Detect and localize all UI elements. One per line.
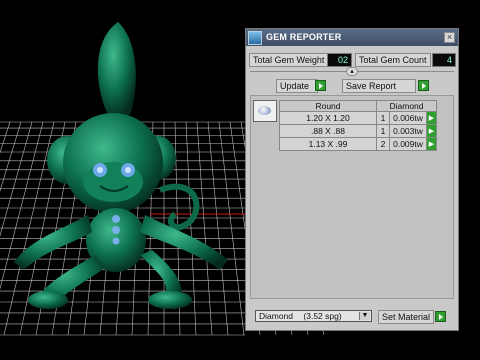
material-select-value: Diamond — [259, 311, 294, 321]
gem-table-header: Round Diamond — [279, 100, 437, 112]
gem-size: .88 X .88 — [279, 124, 377, 138]
update-label: Update — [276, 79, 318, 93]
round-gem-icon[interactable] — [253, 100, 277, 122]
gem-size: 1.13 X .99 — [279, 137, 377, 151]
column-header-shape: Round — [279, 100, 377, 112]
dropdown-arrow-icon[interactable]: ▼ — [359, 312, 370, 320]
row-go-button[interactable]: ▶ — [426, 124, 437, 138]
gem-size: 1.20 X 1.20 — [279, 111, 377, 125]
body-gem-3 — [112, 237, 120, 245]
set-material-go-button[interactable] — [435, 311, 446, 322]
material-select[interactable]: Diamond (3.52 spg) ▼ — [255, 310, 372, 322]
gem-reporter-panel: GEM REPORTER × Total Gem Weight 02 Total… — [245, 28, 459, 331]
gem-reporter-logo-icon — [248, 31, 262, 45]
update-go-button[interactable] — [315, 80, 326, 91]
column-header-material: Diamond — [376, 100, 437, 112]
gem-weight: 0.003tw — [389, 124, 427, 138]
save-report-label: Save Report — [342, 79, 416, 93]
monkey-right-foot — [148, 291, 192, 309]
gem-weight: 0.009tw — [389, 137, 427, 151]
monkey-left-foot — [28, 291, 68, 309]
gem-count: 2 — [376, 137, 390, 151]
table-row[interactable]: 1.20 X 1.20 1 0.006tw ▶ — [279, 111, 437, 125]
gem-list-area: Round Diamond 1.20 X 1.20 1 0.006tw ▶ .8… — [250, 95, 454, 299]
gem-count: 1 — [376, 124, 390, 138]
gem-reporter-titlebar[interactable]: GEM REPORTER × — [246, 29, 458, 46]
total-gem-weight-value: 02 — [327, 53, 352, 67]
gem-table: Round Diamond 1.20 X 1.20 1 0.006tw ▶ .8… — [279, 100, 437, 151]
gem-weight: 0.006tw — [389, 111, 427, 125]
collapse-toggle-icon[interactable]: ▴ — [346, 67, 358, 76]
row-go-button[interactable]: ▶ — [426, 137, 437, 151]
panel-title: GEM REPORTER — [266, 32, 342, 42]
body-gem-1 — [112, 215, 120, 223]
table-row[interactable]: .88 X .88 1 0.003tw ▶ — [279, 124, 437, 138]
total-gem-weight-label: Total Gem Weight — [249, 53, 329, 67]
total-gem-count-value: 4 — [432, 53, 456, 67]
save-report-go-button[interactable] — [418, 80, 429, 91]
row-go-button[interactable]: ▶ — [426, 111, 437, 125]
body-gem-2 — [112, 226, 120, 234]
gem-count: 1 — [376, 111, 390, 125]
set-material-label: Set Material — [378, 310, 435, 324]
close-icon[interactable]: × — [444, 32, 455, 43]
material-select-detail: (3.52 spg) — [303, 311, 342, 321]
total-gem-count-label: Total Gem Count — [355, 53, 431, 67]
table-row[interactable]: 1.13 X .99 2 0.009tw ▶ — [279, 137, 437, 151]
